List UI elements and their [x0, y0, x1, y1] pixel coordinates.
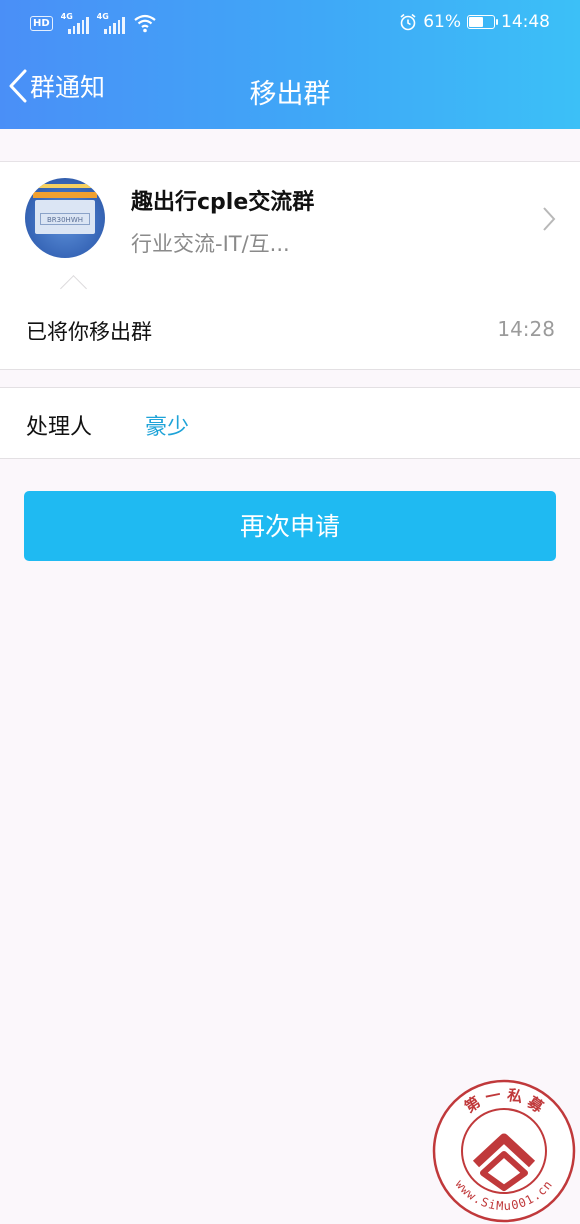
battery-percent: 61%: [423, 12, 461, 32]
status-left: HD 4G 4G: [30, 12, 157, 34]
wifi-icon: [133, 14, 156, 33]
notice-message: 已将你移出群: [26, 320, 152, 344]
nav-bar: 群通知 移出群: [0, 48, 580, 129]
watermark-seal: 第 一 私 募 www.SiMu001.cn: [432, 1079, 576, 1223]
cellular-signal-1-icon: 4G: [61, 12, 89, 34]
alarm-icon: [400, 13, 416, 31]
battery-fill: [469, 17, 483, 27]
status-time: 14:48: [501, 12, 550, 32]
handler-label: 处理人: [26, 415, 93, 440]
hd-badge: HD: [30, 15, 53, 31]
battery-icon: [467, 15, 498, 29]
status-right: 61% 14:48: [399, 12, 550, 32]
group-avatar: BR30HWH: [25, 178, 105, 258]
chevron-right-icon: [543, 207, 556, 231]
notice-time: 14:28: [497, 317, 555, 341]
handler-row: 处理人 豪少: [0, 387, 580, 459]
group-name: 趣出行cple交流群: [131, 190, 315, 215]
notice-row: 已将你移出群 14:28: [0, 289, 580, 370]
handler-name-link[interactable]: 豪少: [145, 409, 189, 441]
cellular-signal-2-icon: 4G: [97, 12, 125, 34]
group-card[interactable]: BR30HWH 趣出行cple交流群 行业交流-IT/互...: [0, 161, 580, 290]
reapply-button[interactable]: 再次申请: [24, 491, 556, 561]
page-title: 移出群: [249, 79, 331, 110]
avatar-panel: BR30HWH: [35, 200, 95, 234]
header-bar: HD 4G 4G 61% 14:48 群通知 移出群: [0, 0, 580, 129]
avatar-code: BR30HWH: [40, 213, 90, 225]
group-category: 行业交流-IT/互...: [131, 232, 290, 256]
status-bar: HD 4G 4G 61% 14:48: [0, 0, 580, 48]
